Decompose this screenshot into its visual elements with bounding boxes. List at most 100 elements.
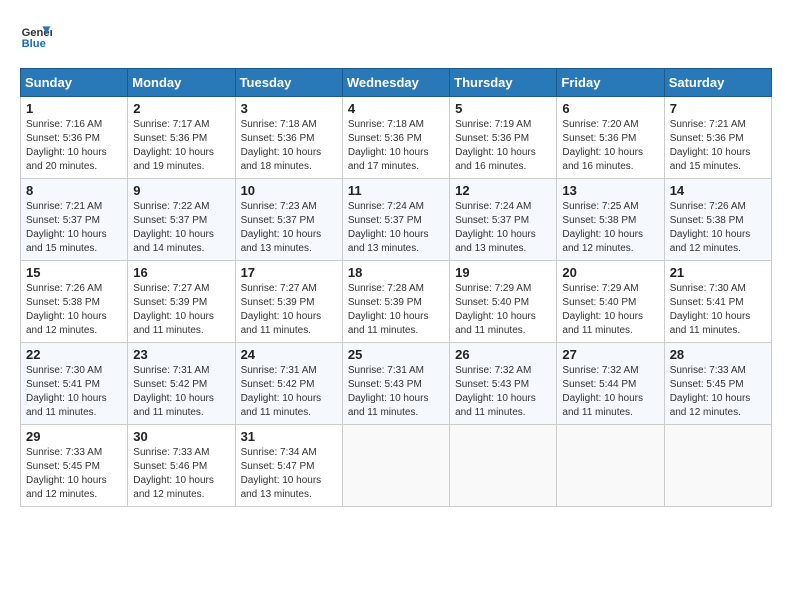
day-number: 14 — [670, 183, 766, 198]
day-info: Sunrise: 7:19 AMSunset: 5:36 PMDaylight:… — [455, 119, 536, 172]
day-number: 17 — [241, 265, 337, 280]
day-number: 15 — [26, 265, 122, 280]
day-number: 3 — [241, 101, 337, 116]
day-info: Sunrise: 7:31 AMSunset: 5:42 PMDaylight:… — [241, 365, 322, 418]
day-cell-2: 2 Sunrise: 7:17 AMSunset: 5:36 PMDayligh… — [128, 97, 235, 179]
day-number: 9 — [133, 183, 229, 198]
calendar-body: 1 Sunrise: 7:16 AMSunset: 5:36 PMDayligh… — [21, 97, 772, 507]
calendar-table: SundayMondayTuesdayWednesdayThursdayFrid… — [20, 68, 772, 507]
day-cell-13: 13 Sunrise: 7:25 AMSunset: 5:38 PMDaylig… — [557, 179, 664, 261]
calendar-week-5: 29 Sunrise: 7:33 AMSunset: 5:45 PMDaylig… — [21, 425, 772, 507]
day-info: Sunrise: 7:30 AMSunset: 5:41 PMDaylight:… — [26, 365, 107, 418]
weekday-header-saturday: Saturday — [664, 69, 771, 97]
weekday-header-monday: Monday — [128, 69, 235, 97]
calendar-week-4: 22 Sunrise: 7:30 AMSunset: 5:41 PMDaylig… — [21, 343, 772, 425]
day-info: Sunrise: 7:22 AMSunset: 5:37 PMDaylight:… — [133, 201, 214, 254]
day-info: Sunrise: 7:21 AMSunset: 5:36 PMDaylight:… — [670, 119, 751, 172]
day-info: Sunrise: 7:33 AMSunset: 5:45 PMDaylight:… — [26, 447, 107, 500]
day-number: 13 — [562, 183, 658, 198]
day-info: Sunrise: 7:29 AMSunset: 5:40 PMDaylight:… — [455, 283, 536, 336]
day-number: 2 — [133, 101, 229, 116]
day-number: 12 — [455, 183, 551, 198]
day-cell-16: 16 Sunrise: 7:27 AMSunset: 5:39 PMDaylig… — [128, 261, 235, 343]
day-number: 8 — [26, 183, 122, 198]
day-number: 10 — [241, 183, 337, 198]
day-number: 21 — [670, 265, 766, 280]
day-cell-14: 14 Sunrise: 7:26 AMSunset: 5:38 PMDaylig… — [664, 179, 771, 261]
day-cell-12: 12 Sunrise: 7:24 AMSunset: 5:37 PMDaylig… — [450, 179, 557, 261]
day-number: 7 — [670, 101, 766, 116]
day-cell-5: 5 Sunrise: 7:19 AMSunset: 5:36 PMDayligh… — [450, 97, 557, 179]
logo: General Blue — [20, 20, 56, 52]
day-info: Sunrise: 7:18 AMSunset: 5:36 PMDaylight:… — [241, 119, 322, 172]
day-number: 28 — [670, 347, 766, 362]
day-number: 27 — [562, 347, 658, 362]
day-cell-22: 22 Sunrise: 7:30 AMSunset: 5:41 PMDaylig… — [21, 343, 128, 425]
day-cell-10: 10 Sunrise: 7:23 AMSunset: 5:37 PMDaylig… — [235, 179, 342, 261]
svg-text:Blue: Blue — [22, 38, 46, 50]
day-info: Sunrise: 7:24 AMSunset: 5:37 PMDaylight:… — [348, 201, 429, 254]
day-cell-1: 1 Sunrise: 7:16 AMSunset: 5:36 PMDayligh… — [21, 97, 128, 179]
day-number: 19 — [455, 265, 551, 280]
weekday-header-thursday: Thursday — [450, 69, 557, 97]
day-number: 25 — [348, 347, 444, 362]
day-info: Sunrise: 7:16 AMSunset: 5:36 PMDaylight:… — [26, 119, 107, 172]
day-info: Sunrise: 7:31 AMSunset: 5:42 PMDaylight:… — [133, 365, 214, 418]
day-cell-11: 11 Sunrise: 7:24 AMSunset: 5:37 PMDaylig… — [342, 179, 449, 261]
day-info: Sunrise: 7:28 AMSunset: 5:39 PMDaylight:… — [348, 283, 429, 336]
weekday-header-sunday: Sunday — [21, 69, 128, 97]
day-number: 29 — [26, 429, 122, 444]
day-number: 23 — [133, 347, 229, 362]
day-number: 22 — [26, 347, 122, 362]
weekday-header-wednesday: Wednesday — [342, 69, 449, 97]
day-cell-6: 6 Sunrise: 7:20 AMSunset: 5:36 PMDayligh… — [557, 97, 664, 179]
day-info: Sunrise: 7:27 AMSunset: 5:39 PMDaylight:… — [241, 283, 322, 336]
day-number: 5 — [455, 101, 551, 116]
day-cell-31: 31 Sunrise: 7:34 AMSunset: 5:47 PMDaylig… — [235, 425, 342, 507]
empty-cell — [450, 425, 557, 507]
calendar-week-1: 1 Sunrise: 7:16 AMSunset: 5:36 PMDayligh… — [21, 97, 772, 179]
day-info: Sunrise: 7:33 AMSunset: 5:45 PMDaylight:… — [670, 365, 751, 418]
day-cell-25: 25 Sunrise: 7:31 AMSunset: 5:43 PMDaylig… — [342, 343, 449, 425]
day-info: Sunrise: 7:23 AMSunset: 5:37 PMDaylight:… — [241, 201, 322, 254]
day-info: Sunrise: 7:34 AMSunset: 5:47 PMDaylight:… — [241, 447, 322, 500]
day-number: 1 — [26, 101, 122, 116]
day-info: Sunrise: 7:21 AMSunset: 5:37 PMDaylight:… — [26, 201, 107, 254]
empty-cell — [342, 425, 449, 507]
day-cell-27: 27 Sunrise: 7:32 AMSunset: 5:44 PMDaylig… — [557, 343, 664, 425]
weekday-header-friday: Friday — [557, 69, 664, 97]
day-info: Sunrise: 7:32 AMSunset: 5:44 PMDaylight:… — [562, 365, 643, 418]
day-cell-15: 15 Sunrise: 7:26 AMSunset: 5:38 PMDaylig… — [21, 261, 128, 343]
day-number: 6 — [562, 101, 658, 116]
day-info: Sunrise: 7:26 AMSunset: 5:38 PMDaylight:… — [26, 283, 107, 336]
day-info: Sunrise: 7:17 AMSunset: 5:36 PMDaylight:… — [133, 119, 214, 172]
day-cell-3: 3 Sunrise: 7:18 AMSunset: 5:36 PMDayligh… — [235, 97, 342, 179]
day-info: Sunrise: 7:25 AMSunset: 5:38 PMDaylight:… — [562, 201, 643, 254]
day-number: 16 — [133, 265, 229, 280]
weekday-header-tuesday: Tuesday — [235, 69, 342, 97]
day-info: Sunrise: 7:32 AMSunset: 5:43 PMDaylight:… — [455, 365, 536, 418]
day-info: Sunrise: 7:33 AMSunset: 5:46 PMDaylight:… — [133, 447, 214, 500]
day-cell-21: 21 Sunrise: 7:30 AMSunset: 5:41 PMDaylig… — [664, 261, 771, 343]
day-number: 20 — [562, 265, 658, 280]
day-cell-29: 29 Sunrise: 7:33 AMSunset: 5:45 PMDaylig… — [21, 425, 128, 507]
day-cell-17: 17 Sunrise: 7:27 AMSunset: 5:39 PMDaylig… — [235, 261, 342, 343]
day-cell-8: 8 Sunrise: 7:21 AMSunset: 5:37 PMDayligh… — [21, 179, 128, 261]
day-number: 31 — [241, 429, 337, 444]
day-number: 30 — [133, 429, 229, 444]
day-cell-24: 24 Sunrise: 7:31 AMSunset: 5:42 PMDaylig… — [235, 343, 342, 425]
day-info: Sunrise: 7:18 AMSunset: 5:36 PMDaylight:… — [348, 119, 429, 172]
calendar-week-2: 8 Sunrise: 7:21 AMSunset: 5:37 PMDayligh… — [21, 179, 772, 261]
day-number: 4 — [348, 101, 444, 116]
day-cell-26: 26 Sunrise: 7:32 AMSunset: 5:43 PMDaylig… — [450, 343, 557, 425]
empty-cell — [664, 425, 771, 507]
day-info: Sunrise: 7:20 AMSunset: 5:36 PMDaylight:… — [562, 119, 643, 172]
day-info: Sunrise: 7:31 AMSunset: 5:43 PMDaylight:… — [348, 365, 429, 418]
day-info: Sunrise: 7:30 AMSunset: 5:41 PMDaylight:… — [670, 283, 751, 336]
day-cell-23: 23 Sunrise: 7:31 AMSunset: 5:42 PMDaylig… — [128, 343, 235, 425]
day-number: 26 — [455, 347, 551, 362]
day-number: 24 — [241, 347, 337, 362]
page-header: General Blue — [20, 20, 772, 52]
day-cell-18: 18 Sunrise: 7:28 AMSunset: 5:39 PMDaylig… — [342, 261, 449, 343]
day-info: Sunrise: 7:29 AMSunset: 5:40 PMDaylight:… — [562, 283, 643, 336]
